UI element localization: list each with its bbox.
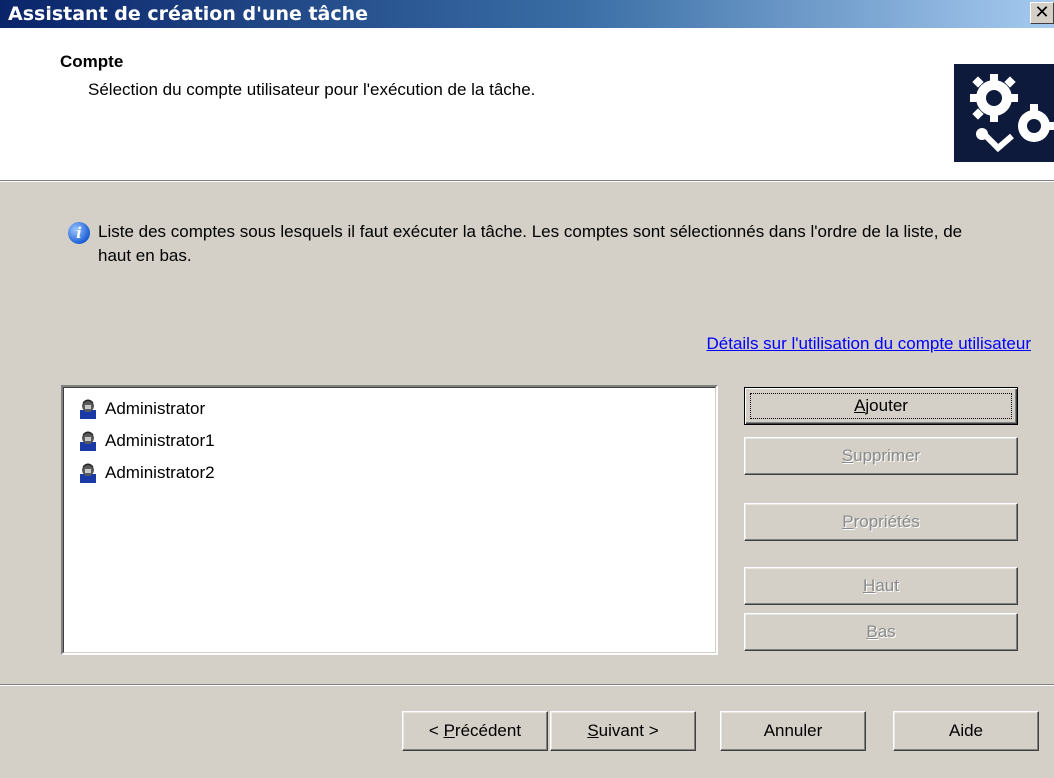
accounts-list[interactable]: Administrator Administrator1 Administrat…: [61, 385, 718, 655]
details-link[interactable]: Détails sur l'utilisation du compte util…: [706, 334, 1031, 354]
list-item[interactable]: Administrator2: [77, 459, 215, 487]
user-icon: [80, 399, 96, 419]
cancel-button-label: Annuler: [763, 721, 823, 740]
help-button-label: Aide: [948, 721, 984, 740]
remove-button[interactable]: Supprimer: [744, 437, 1018, 475]
info-text: Liste des comptes sous lesquels il faut …: [98, 222, 963, 265]
cancel-button[interactable]: Annuler: [720, 711, 866, 751]
remove-button-label: Supprimer: [841, 446, 921, 465]
user-icon: [80, 463, 96, 483]
back-button-label: < Précédent: [428, 721, 522, 740]
header-subtitle: Sélection du compte utilisateur pour l'e…: [88, 80, 536, 99]
header-title: Compte: [60, 52, 124, 71]
account-name: Administrator1: [105, 431, 215, 450]
add-button[interactable]: Ajouter: [744, 387, 1018, 425]
next-button[interactable]: Suivant >: [550, 711, 696, 751]
account-name: Administrator2: [105, 463, 215, 482]
help-button[interactable]: Aide: [893, 711, 1039, 751]
info-icon: i: [68, 222, 90, 244]
properties-button[interactable]: Propriétés: [744, 503, 1018, 541]
user-icon: [80, 431, 96, 451]
move-down-button[interactable]: Bas: [744, 613, 1018, 651]
account-name: Administrator: [105, 399, 206, 418]
wizard-header: Compte Sélection du compte utilisateur p…: [0, 28, 1054, 180]
next-button-label: Suivant >: [587, 721, 659, 740]
move-up-button-label: Haut: [863, 576, 899, 595]
list-item[interactable]: Administrator1: [77, 427, 215, 455]
window-title: Assistant de création d'une tâche: [8, 3, 369, 25]
title-bar[interactable]: Assistant de création d'une tâche ✕: [0, 0, 1054, 28]
properties-button-label: Propriétés: [842, 512, 920, 531]
header-separator: [0, 180, 1054, 182]
close-button[interactable]: ✕: [1030, 2, 1054, 24]
footer-separator: [0, 684, 1054, 686]
list-item[interactable]: Administrator: [77, 395, 205, 423]
add-button-label: Ajouter: [854, 396, 908, 415]
back-button[interactable]: < Précédent: [402, 711, 548, 751]
close-icon: ✕: [1034, 2, 1050, 23]
move-up-button[interactable]: Haut: [744, 567, 1018, 605]
gears-icon: [954, 64, 1054, 162]
move-down-button-label: Bas: [866, 622, 896, 641]
